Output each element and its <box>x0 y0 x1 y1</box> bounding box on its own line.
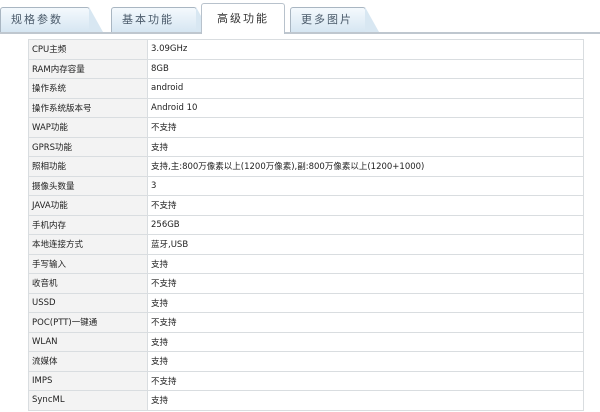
spec-value: 支持 <box>147 331 584 352</box>
table-row: 本地连接方式 蓝牙,USB <box>28 234 584 255</box>
spec-value: 支持 <box>147 292 584 313</box>
tab-flap <box>365 7 379 32</box>
spec-value: android <box>147 78 584 99</box>
spec-table: CPU主频 3.09GHz RAM内存容量 8GB 操作系统 android 操作系统… <box>28 39 584 411</box>
spec-label: GPRS功能 <box>28 136 148 157</box>
table-row: 收音机 不支持 <box>28 273 584 294</box>
table-row: WAP功能 不支持 <box>28 117 584 138</box>
table-row: WLAN 支持 <box>28 331 584 352</box>
spec-value: 不支持 <box>147 195 584 216</box>
tab-label: 高级功能 <box>217 12 269 25</box>
table-row: 手机内存 256GB <box>28 214 584 235</box>
spec-value: 蓝牙,USB <box>147 234 584 255</box>
table-row: GPRS功能 支持 <box>28 136 584 157</box>
tab-more-images[interactable]: 更多图片 <box>290 7 379 32</box>
spec-value: 支持 <box>147 390 584 411</box>
table-row: 流媒体 支持 <box>28 351 584 372</box>
spec-label: USSD <box>28 292 148 313</box>
tab-label: 基本功能 <box>122 13 174 26</box>
spec-value: 不支持 <box>147 117 584 138</box>
spec-label: RAM内存容量 <box>28 58 148 79</box>
spec-label: POC(PTT)一键通 <box>28 312 148 333</box>
spec-value: 8GB <box>147 58 584 79</box>
spec-value: 支持,主:800万像素以上(1200万像素),副:800万像素以上(1200+1… <box>147 156 584 177</box>
tab-label: 规格参数 <box>11 13 63 26</box>
spec-label: WLAN <box>28 331 148 352</box>
spec-label: 照相功能 <box>28 156 148 177</box>
spec-label: 操作系统 <box>28 78 148 99</box>
spec-value: 不支持 <box>147 312 584 333</box>
table-row: 摄像头数量 3 <box>28 175 584 196</box>
spec-value: 支持 <box>147 351 584 372</box>
spec-table-container: CPU主频 3.09GHz RAM内存容量 8GB 操作系统 android 操作系统… <box>28 39 584 411</box>
spec-label: IMPS <box>28 370 148 391</box>
spec-label: 摄像头数量 <box>28 175 148 196</box>
tab-bar: 规格参数 基本功能 高级功能 更多图片 <box>0 0 600 34</box>
spec-value: 3 <box>147 175 584 196</box>
spec-label: 手机内存 <box>28 214 148 235</box>
spec-value: 不支持 <box>147 273 584 294</box>
spec-label: WAP功能 <box>28 117 148 138</box>
tab-specs[interactable]: 规格参数 <box>0 7 103 32</box>
spec-value: 支持 <box>147 136 584 157</box>
spec-label: JAVA功能 <box>28 195 148 216</box>
table-row: RAM内存容量 8GB <box>28 58 584 79</box>
spec-label: SyncML <box>28 390 148 411</box>
table-row: USSD 支持 <box>28 292 584 313</box>
table-row: 操作系统 android <box>28 78 584 99</box>
spec-label: 本地连接方式 <box>28 234 148 255</box>
spec-value: Android 10 <box>147 97 584 118</box>
table-row: JAVA功能 不支持 <box>28 195 584 216</box>
table-row: 手写输入 支持 <box>28 253 584 274</box>
table-row: CPU主频 3.09GHz <box>28 39 584 60</box>
spec-value: 256GB <box>147 214 584 235</box>
spec-label: 收音机 <box>28 273 148 294</box>
tab-advanced-functions[interactable]: 高级功能 <box>201 3 285 34</box>
table-row: SyncML 支持 <box>28 390 584 411</box>
tab-basic-functions[interactable]: 基本功能 <box>111 7 210 32</box>
spec-value: 支持 <box>147 253 584 274</box>
table-row: IMPS 不支持 <box>28 370 584 391</box>
spec-label: CPU主频 <box>28 39 148 60</box>
spec-label: 手写输入 <box>28 253 148 274</box>
tab-flap <box>89 7 103 32</box>
spec-label: 操作系统版本号 <box>28 97 148 118</box>
spec-label: 流媒体 <box>28 351 148 372</box>
table-row: 照相功能 支持,主:800万像素以上(1200万像素),副:800万像素以上(12… <box>28 156 584 177</box>
table-row: POC(PTT)一键通 不支持 <box>28 312 584 333</box>
spec-value: 不支持 <box>147 370 584 391</box>
table-row: 操作系统版本号 Android 10 <box>28 97 584 118</box>
tab-label: 更多图片 <box>301 13 353 26</box>
spec-value: 3.09GHz <box>147 39 584 60</box>
